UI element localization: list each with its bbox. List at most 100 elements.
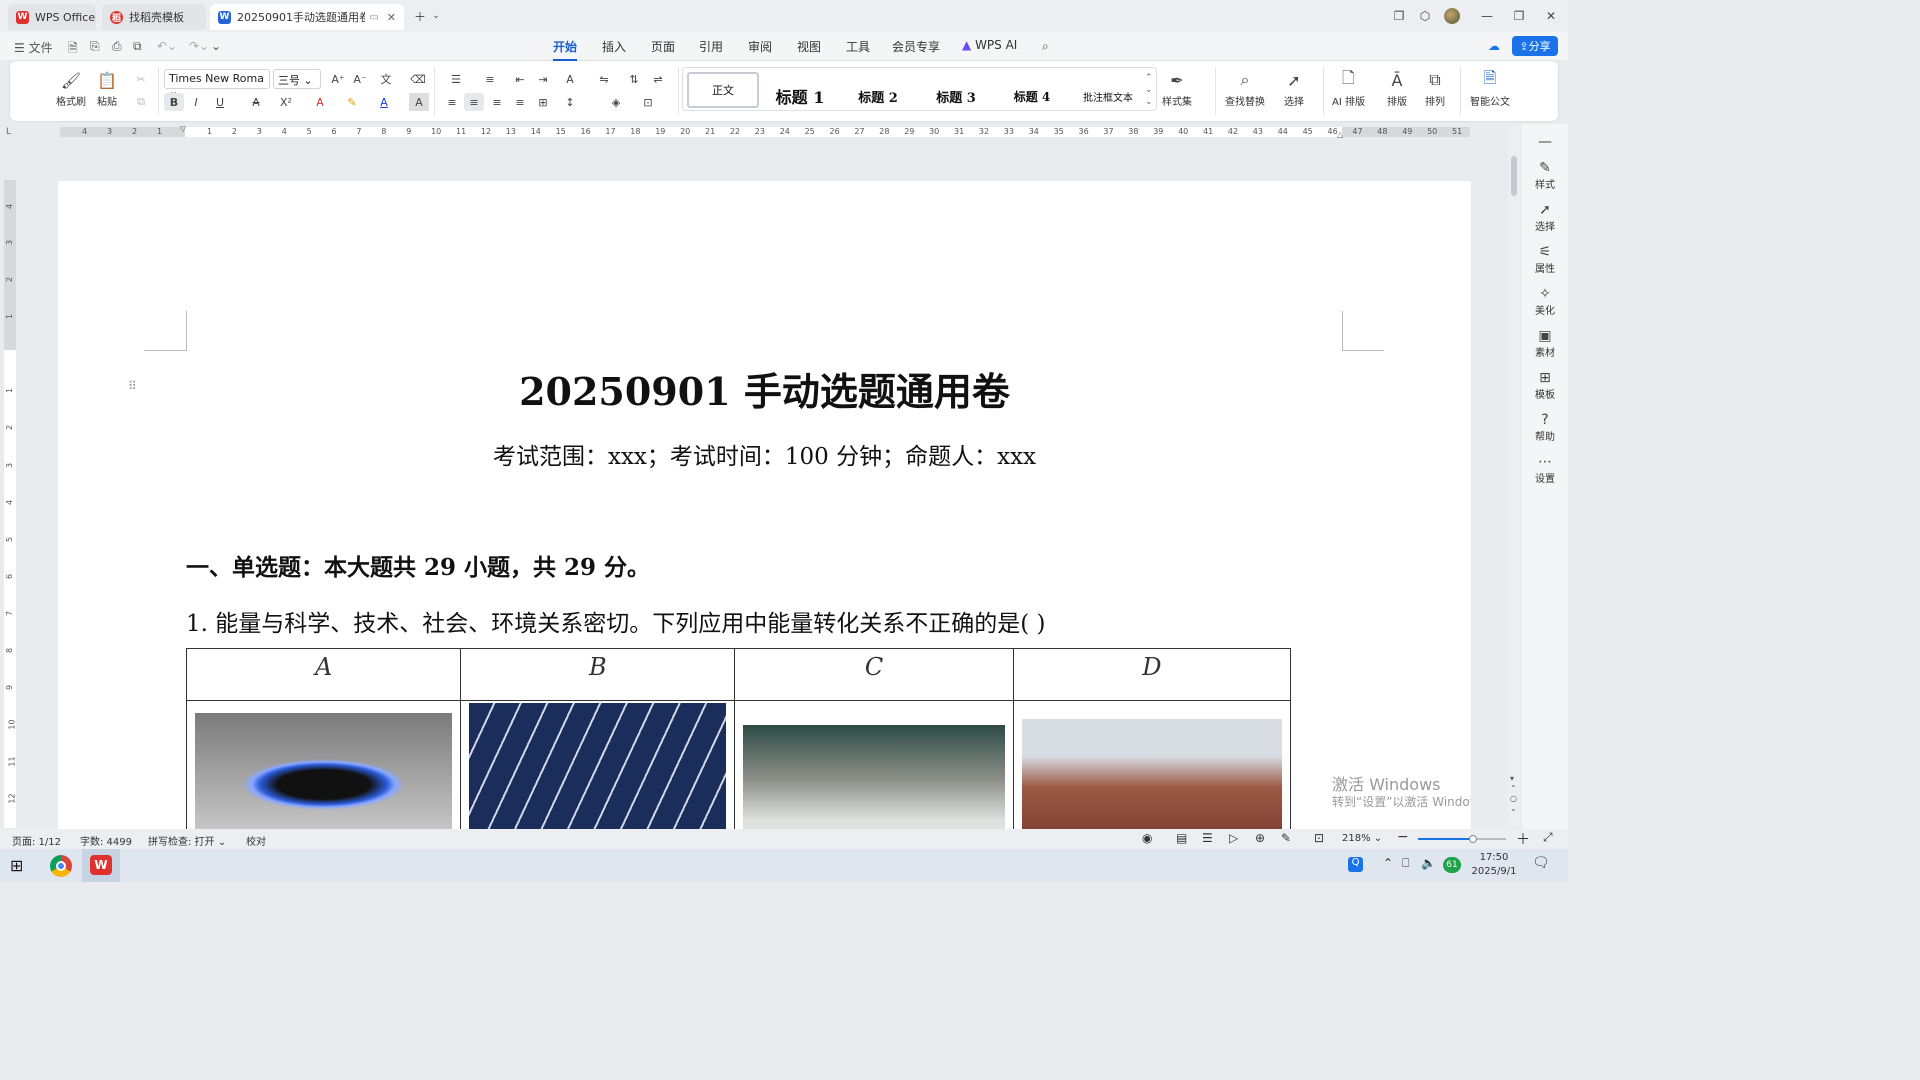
sidebar-item-properties[interactable]: ⚟ 属性 — [1522, 244, 1568, 275]
paste-button[interactable]: 📋 粘贴 — [96, 69, 118, 109]
share-button[interactable]: ⇪ 分享 — [1512, 36, 1558, 56]
line-spacing-icon[interactable]: ↕ — [560, 93, 580, 111]
font-name-select[interactable]: Times New Roma ⌄ — [164, 69, 270, 98]
right-indent-marker[interactable]: △ — [1337, 130, 1343, 139]
phonetic-icon[interactable]: 文 — [376, 70, 396, 88]
underline-button[interactable]: U — [210, 93, 230, 111]
border-icon[interactable]: ⊡ — [638, 93, 658, 111]
style-set-button[interactable]: ✒ 样式集 — [1162, 69, 1192, 109]
zoom-level[interactable]: 218% ⌄ — [1342, 833, 1382, 844]
text-direction-icon[interactable]: ⇋ — [594, 70, 614, 88]
network-icon[interactable]: ⎕ — [1402, 856, 1409, 871]
monitor-icon[interactable]: ▭ — [369, 12, 378, 23]
numbered-list-icon[interactable]: ≡ — [480, 70, 500, 88]
highlight-icon[interactable]: ✎ — [342, 93, 362, 111]
hydropower-dam-image[interactable] — [743, 725, 1005, 829]
spell-check-toggle[interactable]: 拼写检查: 打开 ⌄ — [148, 833, 226, 848]
scrollbar-thumb[interactable] — [1511, 156, 1517, 196]
smart-doc-button[interactable]: 🗎 智能公文 — [1470, 68, 1510, 109]
factory-workshop-image[interactable] — [1021, 719, 1282, 829]
zoom-out-icon[interactable]: − — [1397, 829, 1409, 845]
justify-icon[interactable]: ≡ — [510, 93, 530, 111]
align-center-icon[interactable]: ≡ — [464, 93, 484, 111]
battery-badge[interactable]: 61 — [1443, 857, 1461, 873]
style-gallery-scroll[interactable]: ⌃ ⌄ ⌄ — [1145, 72, 1153, 108]
volume-icon[interactable]: 🔈 — [1421, 856, 1436, 870]
decrease-indent-icon[interactable]: ⇤ — [510, 70, 530, 88]
arrange-button[interactable]: ⧉ 排列 — [1424, 69, 1446, 108]
menu-view[interactable]: 视图 — [797, 38, 821, 55]
wps-taskbar-button[interactable]: W — [82, 849, 120, 882]
minimize-icon[interactable]: — — [1477, 6, 1497, 26]
italic-button[interactable]: I — [186, 93, 206, 111]
play-icon[interactable]: ▷ — [1229, 831, 1238, 845]
style-normal[interactable]: 正文 — [687, 72, 759, 108]
save-icon[interactable]: 🗎 — [68, 39, 78, 60]
menu-wps-ai[interactable]: ▲ WPS AI — [962, 38, 1017, 52]
menu-member[interactable]: 会员专享 — [892, 38, 940, 55]
style-heading4[interactable]: 标题 4 — [999, 78, 1065, 114]
horizontal-ruler[interactable]: L 4 3 2 1 1 2 3 4 5 6 7 8 9 10 11 12 13 14 15 16 17 18 19 20 21 2… — [0, 124, 1510, 140]
file-menu[interactable]: ☰ 文件 — [14, 39, 53, 56]
align-right-icon[interactable]: ≡ — [487, 93, 507, 111]
font-size-select[interactable]: 三号 ⌄ — [273, 69, 321, 89]
tab-docer-templates[interactable]: 稻 找稻壳模板 — [102, 4, 206, 30]
close-tab-icon[interactable]: ✕ — [387, 11, 396, 24]
layout-button[interactable]: Ā 排版 — [1386, 69, 1408, 109]
menu-insert[interactable]: 插入 — [602, 38, 626, 55]
restore-icon[interactable]: ❐ — [1509, 6, 1529, 26]
qq-tray-icon[interactable]: Q — [1348, 857, 1363, 872]
cut-icon[interactable]: ✂ — [131, 70, 151, 88]
style-heading3[interactable]: 标题 3 — [923, 78, 989, 114]
style-comment-text[interactable]: 批注框文本 — [1075, 78, 1141, 114]
undo-icon[interactable]: ↶⌄ — [157, 39, 177, 53]
increase-indent-icon[interactable]: ⇥ — [533, 70, 553, 88]
sidebar-item-beautify[interactable]: ✧ 美化 — [1522, 286, 1568, 317]
bold-button[interactable]: B — [164, 93, 184, 111]
pen-mode-icon[interactable]: ✎ — [1281, 831, 1291, 845]
tray-expand-icon[interactable]: ⌃ — [1383, 856, 1393, 870]
fullscreen-icon[interactable]: ⤢ — [1543, 830, 1553, 845]
grow-font-icon[interactable]: A⁺ — [328, 70, 348, 88]
style-heading1[interactable]: 标题 1 — [767, 78, 833, 114]
outline-view-icon[interactable]: ☰ — [1202, 831, 1213, 845]
redo-icon[interactable]: ↷⌄ — [189, 39, 209, 53]
fit-page-icon[interactable]: ⊡ — [1314, 831, 1324, 845]
menu-page[interactable]: 页面 — [651, 38, 675, 55]
shrink-font-icon[interactable]: A⁻ — [350, 70, 370, 88]
shading-icon[interactable]: ◈ — [606, 93, 626, 111]
align-left-icon[interactable]: ≡ — [442, 93, 462, 111]
avatar[interactable] — [1442, 6, 1462, 26]
zoom-slider-thumb[interactable] — [1469, 835, 1477, 843]
solar-panel-image[interactable] — [469, 703, 727, 829]
export-icon[interactable]: ⎘ — [90, 39, 100, 54]
char-shading-icon[interactable]: A — [409, 93, 429, 111]
sidebar-item-select[interactable]: ➚ 选择 — [1522, 202, 1568, 233]
chrome-icon[interactable] — [50, 855, 72, 877]
tab-wps-office[interactable]: W WPS Office — [8, 4, 96, 30]
sort-icon[interactable]: ⇅ — [624, 70, 644, 88]
tab-stop-selector[interactable]: L — [6, 127, 11, 137]
zoom-slider[interactable] — [1418, 835, 1506, 843]
bullet-list-icon[interactable]: ☰ — [446, 70, 466, 88]
cloud-upload-icon[interactable]: ☁ — [1488, 39, 1500, 53]
style-heading2[interactable]: 标题 2 — [845, 78, 911, 114]
format-painter-button[interactable]: 🖌 格式刷 — [56, 69, 86, 109]
eye-protection-icon[interactable]: ◉ — [1142, 831, 1152, 845]
proofread-button[interactable]: 校对 — [246, 833, 266, 848]
clock[interactable]: 17:50 2025/9/1 — [1468, 851, 1520, 879]
notification-icon[interactable]: 🗨 — [1532, 855, 1550, 871]
window-layout-icon[interactable]: ❐ — [1389, 6, 1409, 26]
print-icon[interactable]: ⎙ — [112, 39, 122, 54]
customize-toolbar-icon[interactable]: ⌄ — [211, 39, 221, 53]
chevron-down-icon[interactable]: ⌄ — [426, 6, 446, 26]
tab-document[interactable]: W 20250901手动选题通用卷-且 ▭ ✕ — [210, 4, 404, 30]
sidebar-item-materials[interactable]: ▣ 素材 — [1522, 328, 1568, 359]
page-view-icon[interactable]: ▤ — [1176, 831, 1187, 845]
menu-home[interactable]: 开始 — [553, 38, 578, 61]
clear-format-icon[interactable]: ⌫ — [408, 70, 428, 88]
select-button[interactable]: ➚ 选择 — [1283, 69, 1305, 109]
page-nav-arrows[interactable]: ▾ ⌃ ○ ⌄ — [1510, 774, 1517, 814]
word-count[interactable]: 字数: 4499 — [80, 833, 132, 848]
strikethrough-button[interactable]: A — [246, 93, 266, 111]
